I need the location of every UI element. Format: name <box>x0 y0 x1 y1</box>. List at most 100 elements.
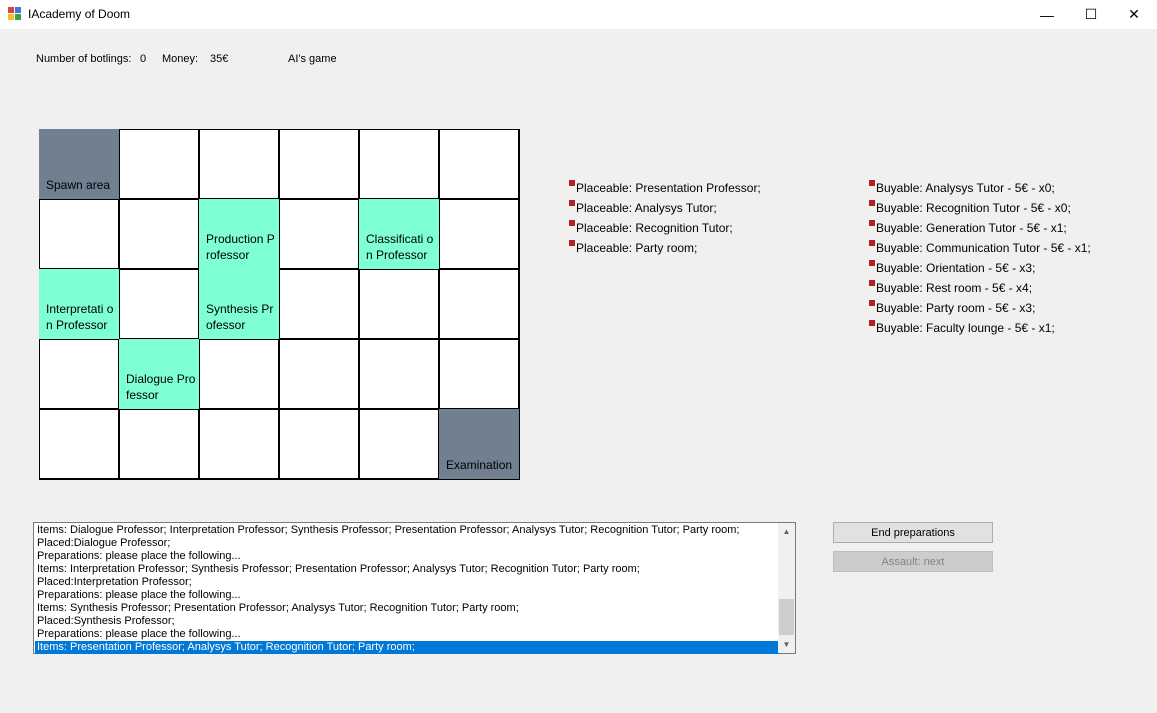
buyable-item-text: Buyable: Party room - 5€ - x3; <box>876 301 1036 315</box>
log-line[interactable]: Items: Presentation Professor; Analysys … <box>35 641 780 654</box>
minimize-button[interactable]: — <box>1024 0 1070 29</box>
board-cell-label: Interpretati on Professor <box>46 302 114 332</box>
log-line[interactable]: Items: Dialogue Professor; Interpretatio… <box>35 524 780 537</box>
buyable-item-text: Buyable: Faculty lounge - 5€ - x1; <box>876 321 1055 335</box>
buyable-item-text: Buyable: Rest room - 5€ - x4; <box>876 281 1033 295</box>
placeable-item: Placeable: Recognition Tutor; <box>569 220 761 240</box>
game-owner-label: AI's game <box>288 53 337 65</box>
bullet-icon <box>869 240 875 246</box>
bullet-icon <box>569 220 575 226</box>
bullet-icon <box>869 180 875 186</box>
log-line[interactable]: Placed:Dialogue Professor; <box>35 537 780 550</box>
money-label: Money: <box>162 53 199 65</box>
log-line[interactable]: Preparations: please place the following… <box>35 628 780 641</box>
board-cell[interactable]: Production P rofessor <box>199 199 279 269</box>
bullet-icon <box>869 220 875 226</box>
log-line[interactable]: Placed:Synthesis Professor; <box>35 615 780 628</box>
close-button[interactable]: ✕ <box>1111 0 1157 29</box>
bullet-icon <box>869 280 875 286</box>
buyable-item-text: Buyable: Analysys Tutor - 5€ - x0; <box>876 181 1055 195</box>
board-cell-label: Classificati on Professor <box>366 232 434 262</box>
placeable-item: Placeable: Analysys Tutor; <box>569 200 761 220</box>
board-cell-label: Synthesis Pr ofessor <box>206 302 274 332</box>
placeable-item-text: Placeable: Presentation Professor; <box>576 181 761 195</box>
board-cell[interactable] <box>39 339 119 409</box>
board-cell-label: Production P rofessor <box>206 232 275 262</box>
board-cell[interactable] <box>199 339 279 409</box>
buyable-item: Buyable: Faculty lounge - 5€ - x1; <box>869 320 1091 340</box>
bullet-icon <box>869 200 875 206</box>
board-cell[interactable] <box>439 129 519 199</box>
board-cell[interactable] <box>439 339 519 409</box>
buyable-list: Buyable: Analysys Tutor - 5€ - x0; Buyabl… <box>869 180 1091 340</box>
assault-next-button[interactable]: Assault: next <box>833 551 993 572</box>
board-cell[interactable] <box>119 199 199 269</box>
window-title: IAcademy of Doom <box>28 7 131 21</box>
board-cell[interactable] <box>359 339 439 409</box>
log-scrollbar[interactable]: ▲ ▼ <box>778 523 795 653</box>
board-cell[interactable] <box>39 199 119 269</box>
end-preparations-button[interactable]: End preparations <box>833 522 993 543</box>
app-icon <box>8 7 21 20</box>
placeable-item-text: Placeable: Recognition Tutor; <box>576 221 733 235</box>
board-cell[interactable] <box>439 269 519 339</box>
placeable-item-text: Placeable: Party room; <box>576 241 698 255</box>
minimize-icon: — <box>1040 6 1054 23</box>
log-line[interactable]: Preparations: please place the following… <box>35 550 780 563</box>
botlings-label: Number of botlings: <box>36 53 132 65</box>
board-cell[interactable]: Synthesis Pr ofessor <box>199 269 279 339</box>
log-line[interactable]: Preparations: please place the following… <box>35 589 780 602</box>
scroll-up-icon[interactable]: ▲ <box>778 523 795 540</box>
board-cell[interactable] <box>199 129 279 199</box>
bullet-icon <box>569 180 575 186</box>
buyable-item-text: Buyable: Communication Tutor - 5€ - x1; <box>876 241 1091 255</box>
buyable-item: Buyable: Rest room - 5€ - x4; <box>869 280 1091 300</box>
maximize-icon: ☐ <box>1084 6 1098 22</box>
buyable-item: Buyable: Analysys Tutor - 5€ - x0; <box>869 180 1091 200</box>
scroll-down-icon[interactable]: ▼ <box>778 636 795 653</box>
maximize-button[interactable]: ☐ <box>1068 0 1114 29</box>
board-cell[interactable] <box>279 269 359 339</box>
board-cell[interactable] <box>439 199 519 269</box>
log-line[interactable]: Items: Synthesis Professor; Presentation… <box>35 602 780 615</box>
bullet-icon <box>569 200 575 206</box>
board-cell[interactable] <box>359 269 439 339</box>
board-cell[interactable] <box>119 129 199 199</box>
placeable-item-text: Placeable: Analysys Tutor; <box>576 201 717 215</box>
scroll-thumb[interactable] <box>779 599 794 635</box>
board-cell-label: Examination <box>446 458 513 472</box>
board-cell[interactable] <box>39 409 119 479</box>
board-cell[interactable]: Examination <box>439 409 519 479</box>
buyable-item: Buyable: Orientation - 5€ - x3; <box>869 260 1091 280</box>
board-cell[interactable] <box>279 199 359 269</box>
board-cell[interactable]: Spawn area <box>39 129 119 199</box>
board-cell[interactable] <box>279 409 359 479</box>
log-line[interactable]: Items: Interpretation Professor; Synthes… <box>35 563 780 576</box>
board-cell[interactable] <box>279 129 359 199</box>
board-cell[interactable]: Interpretati on Professor <box>39 269 119 339</box>
board-cell[interactable] <box>279 339 359 409</box>
event-log-listbox[interactable]: Items: Dialogue Professor; Interpretatio… <box>33 522 796 654</box>
buyable-item-text: Buyable: Recognition Tutor - 5€ - x0; <box>876 201 1071 215</box>
botlings-value: 0 <box>140 53 147 65</box>
buyable-item: Buyable: Recognition Tutor - 5€ - x0; <box>869 200 1091 220</box>
title-bar: IAcademy of Doom — ☐ ✕ <box>0 0 1157 29</box>
board-cell[interactable]: Dialogue Pro fessor <box>119 339 199 409</box>
money-value: 35€ <box>210 53 229 65</box>
board-cell[interactable]: Classificati on Professor <box>359 199 439 269</box>
board-cell[interactable] <box>359 409 439 479</box>
bullet-icon <box>869 260 875 266</box>
log-line[interactable]: Placed:Interpretation Professor; <box>35 576 780 589</box>
board-cell[interactable] <box>119 269 199 339</box>
board-cell-label: Dialogue Pro fessor <box>126 372 196 402</box>
buyable-item-text: Buyable: Generation Tutor - 5€ - x1; <box>876 221 1067 235</box>
buyable-item: Buyable: Party room - 5€ - x3; <box>869 300 1091 320</box>
board-cell[interactable] <box>359 129 439 199</box>
placeable-item: Placeable: Party room; <box>569 240 761 260</box>
buyable-item: Buyable: Communication Tutor - 5€ - x1; <box>869 240 1091 260</box>
board-cell[interactable] <box>199 409 279 479</box>
close-icon: ✕ <box>1128 6 1140 22</box>
placeable-list: Placeable: Presentation Professor; Placea… <box>569 180 761 260</box>
board-cell[interactable] <box>119 409 199 479</box>
bullet-icon <box>569 240 575 246</box>
